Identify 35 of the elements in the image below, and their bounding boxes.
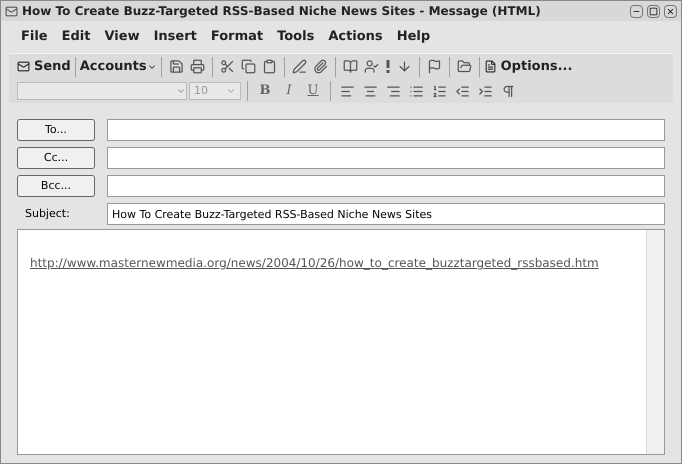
style-button[interactable]: I (278, 81, 300, 101)
menu-item[interactable]: File (21, 27, 48, 47)
envelope-icon (17, 60, 30, 73)
address-button[interactable]: Cc... (17, 147, 95, 169)
subject-label: Subject: (24, 206, 71, 222)
close-button[interactable] (664, 4, 677, 18)
address-field[interactable] (107, 119, 665, 141)
accounts-button[interactable]: Accounts (80, 56, 157, 76)
menu-item[interactable]: Format (210, 27, 264, 47)
message-body[interactable]: http://www.masternewmedia.org/news/2004/10/26/how_to_create_buzztargeted_rssbased.htm (17, 229, 665, 455)
minimize-button[interactable] (630, 4, 643, 18)
address-button[interactable]: Bcc... (17, 175, 95, 197)
subject-field[interactable]: How To Create Buzz-Targeted RSS-Based Niche News Sites (107, 203, 665, 225)
menu-item[interactable]: Insert (154, 27, 197, 47)
exclamation-icon[interactable] (386, 60, 390, 73)
menu-item[interactable]: Actions (328, 27, 383, 47)
window-title: How To Create Buzz-Targeted RSS-Based Niche News Sites - Message (HTML) (22, 3, 542, 20)
maximize-button[interactable] (647, 4, 660, 18)
menu-item[interactable]: View (104, 27, 140, 47)
style-button[interactable]: U (302, 81, 324, 101)
send-button[interactable]: Send (17, 56, 71, 76)
url-link[interactable]: http://www.masternewmedia.org/news/2004/10/26/how_to_create_buzztargeted_rssbased.htm (30, 256, 599, 270)
menu-item[interactable]: Edit (62, 27, 90, 47)
options-button[interactable]: Options... (484, 56, 572, 76)
close-icon (666, 6, 675, 16)
address-button[interactable]: To... (17, 119, 95, 141)
address-field[interactable] (107, 147, 665, 169)
address-field[interactable] (107, 175, 665, 197)
message-icon (5, 4, 18, 18)
style-button[interactable]: B (254, 81, 276, 101)
maximize-icon (649, 6, 658, 16)
document-icon (484, 60, 497, 73)
menu-item[interactable]: Help (396, 27, 430, 47)
menu-item[interactable]: Tools (277, 27, 314, 47)
scrollbar[interactable] (646, 230, 664, 454)
